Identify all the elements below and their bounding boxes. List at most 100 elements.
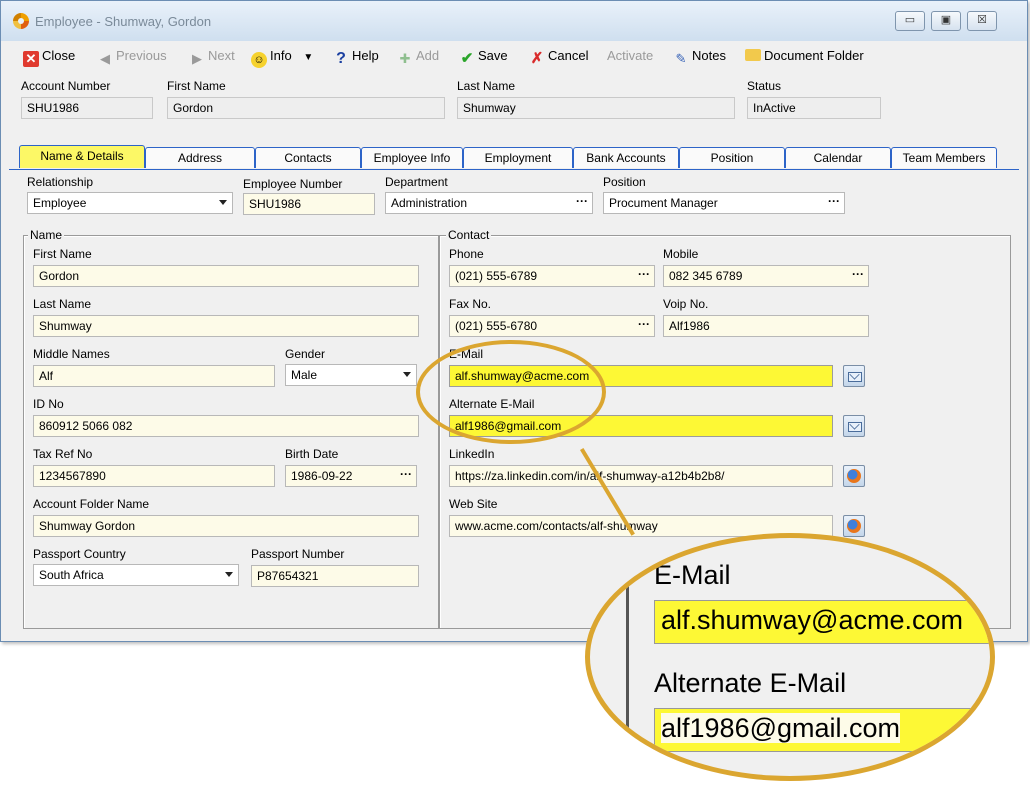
employee-number-label: Employee Number xyxy=(243,177,343,191)
header-first-name-field: Gordon xyxy=(167,97,445,119)
chevron-down-icon xyxy=(403,372,411,377)
account-header: Account Number SHU1986 First Name Gordon… xyxy=(1,73,1027,133)
employee-number-field[interactable]: SHU1986 xyxy=(243,193,375,215)
voip-label: Voip No. xyxy=(663,297,709,311)
tab-contacts[interactable]: Contacts xyxy=(255,147,361,168)
app-logo-icon xyxy=(13,13,29,29)
maximize-button[interactable]: ▣ xyxy=(931,11,961,31)
account-number-field: SHU1986 xyxy=(21,97,153,119)
next-button[interactable]: ▶ Next xyxy=(189,47,235,66)
status-field: InActive xyxy=(747,97,881,119)
fax-field[interactable]: (021) 555-6780 ··· xyxy=(449,315,655,337)
ellipsis-icon[interactable]: ··· xyxy=(638,316,650,332)
tab-name-details[interactable]: Name & Details xyxy=(19,145,145,168)
position-field[interactable]: Procument Manager ··· xyxy=(603,192,845,214)
fax-label: Fax No. xyxy=(449,297,492,311)
passport-country-select[interactable]: South Africa xyxy=(33,564,239,586)
send-email-button[interactable] xyxy=(843,365,865,387)
mobile-field[interactable]: 082 345 6789 ··· xyxy=(663,265,869,287)
middle-names-label: Middle Names xyxy=(33,347,110,361)
envelope-icon xyxy=(848,372,862,382)
last-name-field[interactable]: Shumway xyxy=(33,315,419,337)
id-no-label: ID No xyxy=(33,397,64,411)
first-name-label: First Name xyxy=(33,247,92,261)
open-linkedin-button[interactable] xyxy=(843,465,865,487)
window-title: Employee - Shumway, Gordon xyxy=(35,14,212,29)
department-field[interactable]: Administration ··· xyxy=(385,192,593,214)
first-name-field[interactable]: Gordon xyxy=(33,265,419,287)
cancel-x-icon: ✗ xyxy=(530,50,544,67)
help-question-icon: ? xyxy=(336,50,346,67)
website-label: Web Site xyxy=(449,497,498,511)
notes-button[interactable]: ✎ Notes xyxy=(673,47,726,66)
tab-employment[interactable]: Employment xyxy=(463,147,573,168)
account-number-label: Account Number xyxy=(21,79,111,93)
cancel-button[interactable]: ✗ Cancel xyxy=(529,47,589,67)
close-window-button[interactable]: ☒ xyxy=(967,11,997,31)
status-label: Status xyxy=(747,79,782,93)
tab-divider xyxy=(9,169,1019,170)
info-button[interactable]: ☺ Info ▼ xyxy=(251,47,313,68)
tax-ref-field[interactable]: 1234567890 xyxy=(33,465,275,487)
zoom-divider xyxy=(626,538,629,776)
chevron-down-icon xyxy=(219,200,227,205)
relationship-select[interactable]: Employee xyxy=(27,192,233,214)
passport-number-label: Passport Number xyxy=(251,547,345,561)
previous-button[interactable]: ◀ Previous xyxy=(97,47,167,66)
tab-bank-accounts[interactable]: Bank Accounts xyxy=(573,147,679,168)
add-button[interactable]: ✚ Add xyxy=(397,47,440,66)
chevron-down-icon xyxy=(225,572,233,577)
first-name-label: First Name xyxy=(167,79,226,93)
send-alt-email-button[interactable] xyxy=(843,415,865,437)
minimize-button[interactable]: ▭ xyxy=(895,11,925,31)
save-button[interactable]: ✔ Save xyxy=(459,47,508,67)
tab-position[interactable]: Position xyxy=(679,147,785,168)
ellipsis-icon[interactable]: ··· xyxy=(852,266,864,282)
account-folder-field[interactable]: Shumway Gordon xyxy=(33,515,419,537)
folder-label: Account Folder Name xyxy=(33,497,150,511)
zoom-callout: E-Mail alf.shumway@acme.com Alternate E-… xyxy=(585,533,995,781)
zoom-alt-email-field: alf1986@gmail.com xyxy=(654,708,990,752)
tab-employee-info[interactable]: Employee Info xyxy=(361,147,463,168)
passport-country-label: Passport Country xyxy=(33,547,126,561)
ellipsis-icon[interactable]: ··· xyxy=(576,193,588,209)
add-user-icon: ✚ xyxy=(399,51,411,66)
gender-label: Gender xyxy=(285,347,326,361)
header-last-name-field: Shumway xyxy=(457,97,735,119)
voip-field[interactable]: Alf1986 xyxy=(663,315,869,337)
tab-calendar[interactable]: Calendar xyxy=(785,147,891,168)
last-name-label: Last Name xyxy=(33,297,92,311)
checkmark-icon: ✔ xyxy=(460,50,474,67)
help-button[interactable]: ? Help xyxy=(333,47,379,67)
linkedin-field[interactable]: https://za.linkedin.com/in/alf-shumway-a… xyxy=(449,465,833,487)
gender-select[interactable]: Male xyxy=(285,364,417,386)
tax-ref-label: Tax Ref No xyxy=(33,447,93,461)
mobile-label: Mobile xyxy=(663,247,699,261)
ellipsis-icon[interactable]: ··· xyxy=(828,193,840,209)
close-red-x-icon: ✕ xyxy=(23,51,39,67)
middle-names-field[interactable]: Alf xyxy=(33,365,275,387)
phone-field[interactable]: (021) 555-6789 ··· xyxy=(449,265,655,287)
smiley-icon: ☺ xyxy=(251,52,267,68)
arrow-left-icon: ◀ xyxy=(100,51,110,66)
position-label: Position xyxy=(603,175,646,189)
document-folder-button[interactable]: Document Folder xyxy=(745,47,864,65)
chevron-down-icon[interactable]: ▼ xyxy=(303,52,313,63)
zoom-email-label: E-Mail xyxy=(654,560,731,590)
tab-team-members[interactable]: Team Members xyxy=(891,147,997,168)
envelope-icon xyxy=(848,422,862,432)
passport-number-field[interactable]: P87654321 xyxy=(251,565,419,587)
phone-label: Phone xyxy=(449,247,484,261)
ellipsis-icon[interactable]: ··· xyxy=(400,466,412,482)
open-website-button[interactable] xyxy=(843,515,865,537)
id-no-field[interactable]: 860912 5066 082 xyxy=(33,415,419,437)
close-button[interactable]: ✕ Close xyxy=(23,47,75,67)
ellipsis-icon[interactable]: ··· xyxy=(638,266,650,282)
birth-date-label: Birth Date xyxy=(285,447,339,461)
highlight-ring xyxy=(416,340,606,444)
birth-date-field[interactable]: 1986-09-22 ··· xyxy=(285,465,417,487)
activate-button[interactable]: Activate xyxy=(607,47,653,65)
arrow-right-icon: ▶ xyxy=(192,51,202,66)
zoom-email-field: alf.shumway@acme.com xyxy=(654,600,990,644)
tab-address[interactable]: Address xyxy=(145,147,255,168)
